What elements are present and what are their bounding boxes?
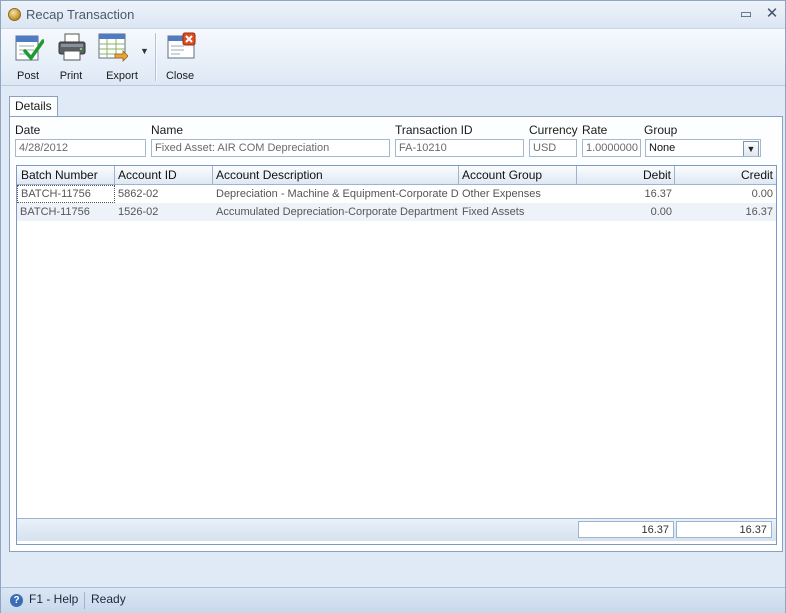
cell-debit[interactable]: 0.00 <box>577 203 675 221</box>
rate-field[interactable]: 1.0000000 <box>582 139 641 157</box>
date-field[interactable]: 4/28/2012 <box>15 139 146 157</box>
printer-icon <box>58 33 86 61</box>
help-link[interactable]: F1 - Help <box>29 592 78 606</box>
chevron-down-icon[interactable]: ▼ <box>743 141 759 156</box>
cell-account-description[interactable]: Depreciation - Machine & Equipment-Corpo… <box>213 185 459 203</box>
status-bar: ? F1 - Help Ready <box>1 587 785 613</box>
details-panel: Date 4/28/2012 Name Fixed Asset: AIR COM… <box>9 116 783 552</box>
export-label: Export <box>106 70 138 82</box>
column-header-batch-number[interactable]: Batch Number <box>17 166 115 184</box>
post-button[interactable]: Post <box>5 32 51 84</box>
cell-credit[interactable]: 16.37 <box>675 203 776 221</box>
transaction-id-field[interactable]: FA-10210 <box>395 139 524 157</box>
main-content: Details Date 4/28/2012 Name Fixed Asset:… <box>1 86 785 586</box>
column-header-credit[interactable]: Credit <box>675 166 776 184</box>
status-text: Ready <box>91 592 126 606</box>
minimize-icon[interactable]: ▭ <box>737 5 755 23</box>
currency-field[interactable]: USD <box>529 139 577 157</box>
group-select[interactable]: None ▼ <box>645 139 761 157</box>
cell-batch-number[interactable]: BATCH-11756 <box>17 203 115 221</box>
name-field[interactable]: Fixed Asset: AIR COM Depreciation <box>151 139 390 157</box>
title-bar: Recap Transaction ▭ ✕ <box>1 1 785 29</box>
transaction-id-label: Transaction ID <box>395 123 473 137</box>
window-title: Recap Transaction <box>26 7 135 22</box>
spreadsheet-export-icon <box>98 33 128 62</box>
date-label: Date <box>15 123 41 137</box>
export-dropdown-arrow-icon[interactable]: ▼ <box>140 46 149 56</box>
close-form-icon <box>167 32 196 59</box>
post-label: Post <box>16 70 39 82</box>
column-header-account-id[interactable]: Account ID <box>115 166 213 184</box>
close-label: Close <box>165 70 195 82</box>
cell-credit[interactable]: 0.00 <box>675 185 776 203</box>
toolbar: Post Print ▼ Export Close <box>1 29 785 86</box>
post-checkmark-icon <box>15 35 44 61</box>
grid-totals-footer: 16.37 16.37 <box>17 518 776 541</box>
group-label: Group <box>644 123 678 137</box>
cell-account-description[interactable]: Accumulated Depreciation-Corporate Depar… <box>213 203 459 221</box>
cell-account-group[interactable]: Fixed Assets <box>459 203 577 221</box>
group-select-value: None <box>649 142 676 154</box>
tab-details[interactable]: Details <box>9 96 58 117</box>
status-separator <box>84 592 85 609</box>
table-row[interactable]: BATCH-11756 5862-02 Depreciation - Machi… <box>17 185 776 203</box>
grid-header: Batch Number Account ID Account Descript… <box>17 166 776 185</box>
name-label: Name <box>151 123 184 137</box>
help-icon[interactable]: ? <box>10 594 23 607</box>
cell-account-id[interactable]: 5862-02 <box>115 185 213 203</box>
column-header-debit[interactable]: Debit <box>577 166 675 184</box>
table-row[interactable]: BATCH-11756 1526-02 Accumulated Deprecia… <box>17 203 776 221</box>
currency-label: Currency <box>529 123 578 137</box>
print-label: Print <box>59 70 83 82</box>
print-button[interactable]: Print <box>48 32 94 84</box>
cell-batch-number[interactable]: BATCH-11756 <box>17 185 115 203</box>
close-window-icon[interactable]: ✕ <box>763 5 781 23</box>
export-button[interactable]: ▼ Export <box>98 32 149 84</box>
column-header-account-group[interactable]: Account Group <box>459 166 577 184</box>
column-header-account-description[interactable]: Account Description <box>213 166 459 184</box>
cell-account-group[interactable]: Other Expenses <box>459 185 577 203</box>
close-button[interactable]: Close <box>157 32 203 84</box>
rate-label: Rate <box>582 123 608 137</box>
cell-debit[interactable]: 16.37 <box>577 185 675 203</box>
total-credit: 16.37 <box>676 521 772 538</box>
app-icon <box>8 8 21 21</box>
recap-transaction-window: Recap Transaction ▭ ✕ Post Print ▼ Expor… <box>0 0 786 613</box>
recap-grid: Batch Number Account ID Account Descript… <box>16 165 777 545</box>
cell-account-id[interactable]: 1526-02 <box>115 203 213 221</box>
total-debit: 16.37 <box>578 521 674 538</box>
